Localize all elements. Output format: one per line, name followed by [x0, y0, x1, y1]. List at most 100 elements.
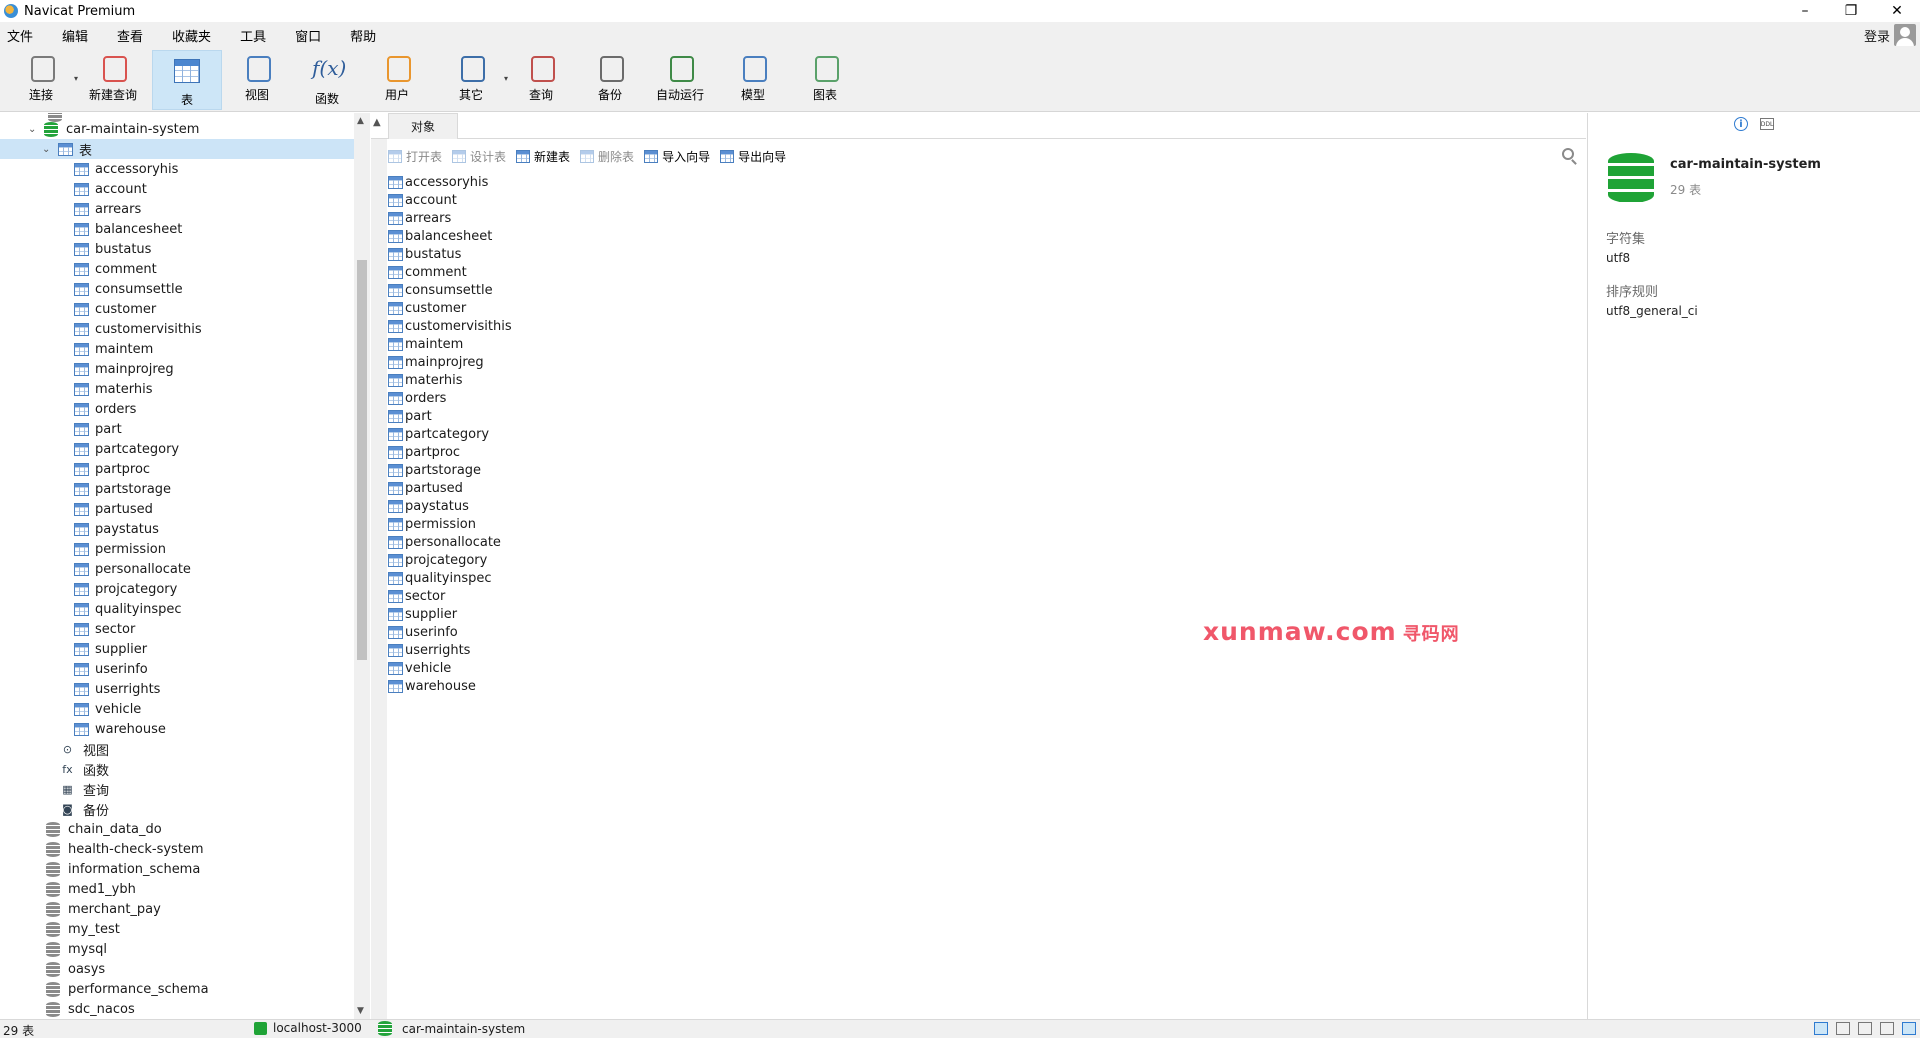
toolbar-button-7[interactable]: 查询	[506, 50, 576, 110]
menu-file[interactable]: 文件	[0, 26, 43, 45]
tree-table-item[interactable]: supplier	[74, 639, 147, 659]
object-item[interactable]: customer	[388, 299, 466, 317]
object-item[interactable]: userinfo	[388, 623, 458, 641]
restore-button[interactable]: ❐	[1828, 0, 1874, 22]
toolbar-button-10[interactable]: 模型	[718, 50, 788, 110]
tree-table-item[interactable]: maintem	[74, 339, 153, 359]
object-item[interactable]: sector	[388, 587, 445, 605]
toolbar-button-0[interactable]: 连接 ▾	[6, 50, 78, 110]
tree-node-1[interactable]: fx 函数	[60, 759, 109, 779]
tree-db-item[interactable]: performance_schema	[46, 979, 209, 999]
action-import-wizard[interactable]: 导入向导	[644, 148, 710, 165]
tree-db-item[interactable]: health-check-system	[46, 839, 204, 859]
tree-table-item[interactable]: partused	[74, 499, 153, 519]
object-item[interactable]: userrights	[388, 641, 470, 659]
tree-db-item[interactable]: oasys	[46, 959, 105, 979]
tree-table-item[interactable]: accessoryhis	[74, 159, 178, 179]
tree-db-item[interactable]: merchant_pay	[46, 899, 161, 919]
menu-window[interactable]: 窗口	[288, 26, 331, 45]
tree-db-active[interactable]: ⌄ car-maintain-system	[28, 119, 199, 139]
minimize-button[interactable]: –	[1782, 0, 1828, 22]
grid-view-icon[interactable]	[1814, 1022, 1828, 1035]
tree-db-item[interactable]: med1_ybh	[46, 879, 136, 899]
object-item[interactable]: maintem	[388, 335, 463, 353]
tree-table-item[interactable]: bustatus	[74, 239, 151, 259]
tree-db-item[interactable]: sdc_nacos	[46, 999, 135, 1019]
toolbar-button-2[interactable]: 表	[152, 50, 222, 110]
action-design-table[interactable]: 设计表	[452, 148, 506, 165]
object-item[interactable]: customervisithis	[388, 317, 512, 335]
object-item[interactable]: balancesheet	[388, 227, 492, 245]
tree-table-item[interactable]: account	[74, 179, 147, 199]
detail-view-icon[interactable]	[1858, 1022, 1872, 1035]
object-item[interactable]: partstorage	[388, 461, 481, 479]
expand-chevron-icon[interactable]: ⌄	[42, 144, 54, 155]
scroll-down-icon[interactable]: ▼	[357, 1006, 364, 1016]
toolbar-button-4[interactable]: f(x) 函数	[292, 50, 362, 110]
search-icon[interactable]	[1562, 148, 1574, 160]
toolbar-button-5[interactable]: 用户	[362, 50, 432, 110]
object-item[interactable]: permission	[388, 515, 476, 533]
tree-db-item[interactable]: mysql	[46, 939, 107, 959]
tree-table-item[interactable]: qualityinspec	[74, 599, 182, 619]
object-item[interactable]: orders	[388, 389, 446, 407]
tree-scrollbar[interactable]: ▲ ▼	[354, 113, 370, 1019]
tree-table-item[interactable]: arrears	[74, 199, 141, 219]
action-open-table[interactable]: 打开表	[388, 148, 442, 165]
object-item[interactable]: accessoryhis	[388, 173, 488, 191]
tree-table-item[interactable]: comment	[74, 259, 157, 279]
toolbar-button-3[interactable]: 视图	[222, 50, 292, 110]
expand-chevron-icon[interactable]: ⌄	[28, 124, 40, 135]
object-item[interactable]: part	[388, 407, 432, 425]
action-export-wizard[interactable]: 导出向导	[720, 148, 786, 165]
menu-view[interactable]: 查看	[110, 26, 153, 45]
menu-tools[interactable]: 工具	[233, 26, 276, 45]
scrollbar-thumb[interactable]	[357, 260, 367, 660]
navigation-tree[interactable]: ▲ ▼ ⌄ car-maintain-system ⌄ 表 accessoryhis ac…	[0, 113, 370, 1019]
tree-table-item[interactable]: partproc	[74, 459, 150, 479]
user-avatar-icon[interactable]	[1894, 24, 1916, 46]
tree-db-item[interactable]: information_schema	[46, 859, 200, 879]
object-item[interactable]: personallocate	[388, 533, 501, 551]
action-delete-table[interactable]: 删除表	[580, 148, 634, 165]
toolbar-button-9[interactable]: 自动运行	[645, 50, 715, 110]
object-item[interactable]: warehouse	[388, 677, 476, 695]
tree-table-item[interactable]: warehouse	[74, 719, 166, 739]
object-item[interactable]: paystatus	[388, 497, 469, 515]
ddl-icon[interactable]: DDL	[1760, 118, 1774, 130]
split-view-icon[interactable]	[1880, 1022, 1894, 1035]
menu-help[interactable]: 帮助	[343, 26, 386, 45]
object-item[interactable]: projcategory	[388, 551, 487, 569]
tree-table-item[interactable]: userrights	[74, 679, 160, 699]
toolbar-button-8[interactable]: 备份	[575, 50, 645, 110]
object-item[interactable]: supplier	[388, 605, 457, 623]
tree-node-0[interactable]: ⊙ 视图	[60, 739, 109, 759]
close-button[interactable]: ✕	[1874, 0, 1920, 22]
menu-edit[interactable]: 编辑	[55, 26, 98, 45]
tree-table-item[interactable]: vehicle	[74, 699, 141, 719]
object-item[interactable]: comment	[388, 263, 467, 281]
tree-table-item[interactable]: projcategory	[74, 579, 177, 599]
list-view-icon[interactable]	[1836, 1022, 1850, 1035]
menu-favorites[interactable]: 收藏夹	[165, 26, 221, 45]
toolbar-button-11[interactable]: 图表	[790, 50, 860, 110]
toolbar-button-6[interactable]: 其它 ▾	[436, 50, 508, 110]
login-link[interactable]: 登录	[1864, 26, 1890, 45]
tree-table-item[interactable]: part	[74, 419, 122, 439]
object-item[interactable]: mainprojreg	[388, 353, 484, 371]
tree-table-item[interactable]: consumsettle	[74, 279, 183, 299]
info-icon[interactable]: i	[1734, 117, 1748, 131]
object-item[interactable]: partcategory	[388, 425, 489, 443]
tree-table-item[interactable]: customer	[74, 299, 156, 319]
tree-table-item[interactable]: paystatus	[74, 519, 159, 539]
info-pane-toggle-icon[interactable]	[1902, 1022, 1916, 1035]
tree-table-item[interactable]: partstorage	[74, 479, 171, 499]
tree-table-item[interactable]: customervisithis	[74, 319, 202, 339]
collapse-panel-icon[interactable]: ▲	[373, 117, 381, 128]
tab-objects[interactable]: 对象	[388, 113, 458, 139]
tree-table-item[interactable]: userinfo	[74, 659, 148, 679]
tree-table-item[interactable]: orders	[74, 399, 136, 419]
object-item[interactable]: partproc	[388, 443, 460, 461]
tree-db-item[interactable]: chain_data_do	[46, 819, 162, 839]
object-item[interactable]: consumsettle	[388, 281, 493, 299]
